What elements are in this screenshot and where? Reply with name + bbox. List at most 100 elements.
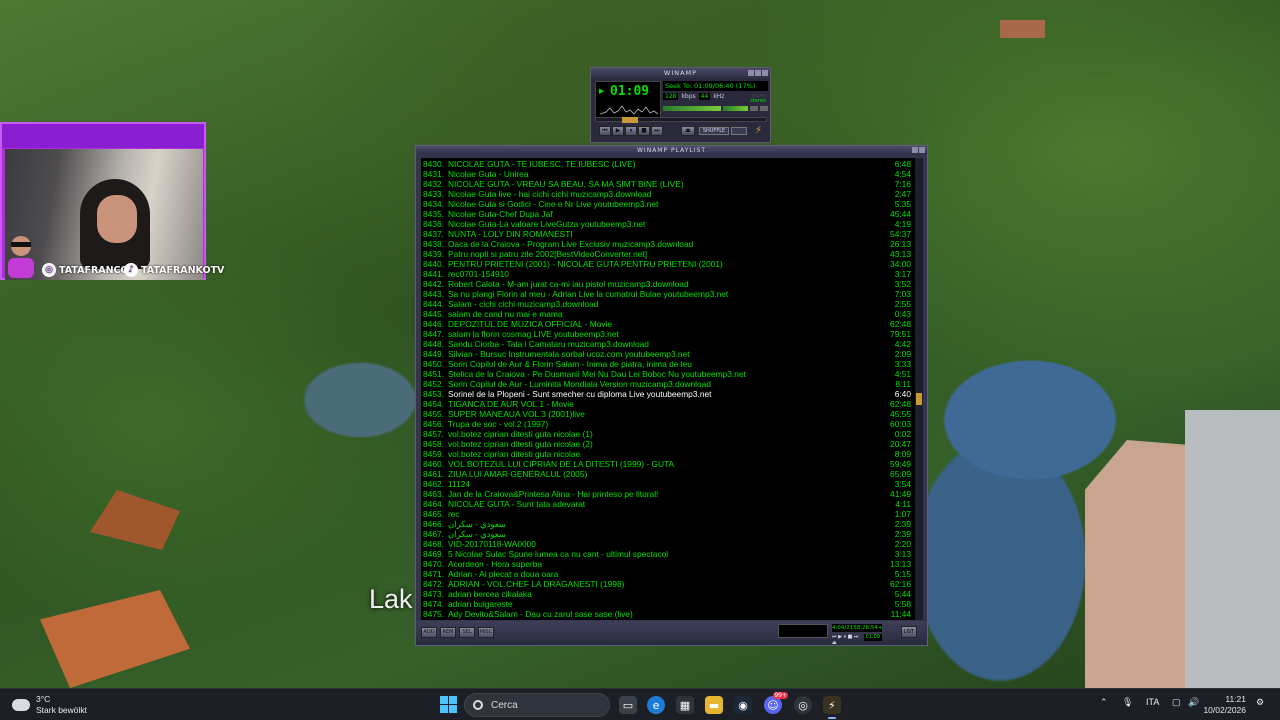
winamp-playlist-window[interactable]: WINAMP PLAYLIST 8430. NICOLAE GUTA - TE I… [415,145,928,646]
list-options-button[interactable]: LIST [901,626,917,638]
volume-icon[interactable]: 🔊 [1188,697,1199,708]
playlist-item[interactable]: 8459. vol.botez ciprian ditesti guta nico… [421,449,915,459]
play-button[interactable]: ▶ [612,126,624,136]
shade-icon[interactable] [755,70,761,76]
playlist-item[interactable]: 8475. Ady Devito&Salam - Dau cu zarul sas… [421,609,915,619]
select-button[interactable]: SEL [459,627,475,638]
seek-knob[interactable] [622,117,638,123]
playlist-item[interactable]: 8441. rec0701-154910 3:17 [421,269,915,279]
playlist-item[interactable]: 8463. Jan de la Craiova&Printesa Alina - … [421,489,915,499]
playlist-item[interactable]: 8471. Adrian - Ai plecat a doua oara 5:15 [421,569,915,579]
playlist-item[interactable]: 8447. salam la florin cosmag LIVE youtube… [421,329,915,339]
edge-browser-icon[interactable]: e [647,696,665,714]
search-box[interactable]: Cerca [464,693,610,717]
pause-button[interactable]: ⏸ [625,126,637,136]
playlist-item[interactable]: 8431. Nicolae Guta - Unirea 4:54 [421,169,915,179]
eject-button[interactable]: ⏏ [681,126,695,136]
misc-button[interactable]: MISC [478,627,494,638]
playlist-item[interactable]: 8433. Nicolae Guta live - hai cichi cichi… [421,189,915,199]
playlist-item[interactable]: 8450. Sorin Copilul de Aur & Florin Salam… [421,359,915,369]
playlist-item[interactable]: 8436. Nicolae Guta-La valoare LiveGutza y… [421,219,915,229]
obs-icon[interactable]: ◎ [794,696,812,714]
playlist-item[interactable]: 8451. Stelica de la Craiova - Pe Dusmanii… [421,369,915,379]
steam-icon[interactable]: ◉ [734,696,752,714]
playlist-item[interactable]: 8458. vol.botez ciprian ditesti guta nico… [421,439,915,449]
playlist-item[interactable]: 8448. Sandu Ciorba - Tata i Camataru muzi… [421,339,915,349]
discord-icon[interactable]: ☺ 99+ [764,692,788,714]
microphone-icon[interactable]: 🎙 [1122,697,1133,708]
winamp-logo-icon[interactable]: ⚡ [755,126,766,137]
pl-toggle[interactable] [760,106,768,111]
winamp-titlebar[interactable]: WINAMP [591,68,770,78]
playlist-item[interactable]: 8457. vol.botez ciprian ditesti guta nico… [421,429,915,439]
playlist-item[interactable]: 8449. Silvian - Bursuc Instrumentala sorb… [421,349,915,359]
chevron-up-icon[interactable]: ⌃ [1100,697,1108,708]
seek-bar[interactable] [595,117,767,123]
playlist-item[interactable]: 8452. Sorin Copilul de Aur - Luminita Mon… [421,379,915,389]
repeat-button[interactable] [731,127,747,135]
previous-button[interactable]: ⏮ [599,126,611,136]
playlist-item[interactable]: 8443. Sa nu plangi Florin al meu - Adrian… [421,289,915,299]
winamp-taskbar-icon[interactable]: ⚡ [823,696,841,719]
file-explorer-icon[interactable]: ▬ [705,696,723,714]
playlist-item[interactable]: 8453. Sorinel de la Plopeni - Sunt smeche… [421,389,915,399]
store-icon[interactable]: ▦ [676,696,694,714]
volume-balance-sliders[interactable] [663,106,768,112]
elapsed-time[interactable]: 01:09 [610,84,649,99]
playlist-item[interactable]: 8469. 5 Nicolae Sulac Spune lumea ca nu c… [421,549,915,559]
notifications-icon[interactable]: ⚙ [1256,697,1264,708]
playlist-item[interactable]: 8446. DEPOZITUL DE MUZICA OFFICIAL - Movi… [421,319,915,329]
playlist-item[interactable]: 8456. Trupa de soc - vol.2 (1997) 60:03 [421,419,915,429]
mini-controls-icon[interactable]: ⏮ ▶ ⏸ ■ ⏭ ⏏ [832,634,864,646]
shade-icon[interactable] [912,147,918,153]
playlist-item[interactable]: 8432. NICOLAE GUTA - VREAU SA BEAU, SA MA… [421,179,915,189]
playlist-item[interactable]: 8442. Robert Calota - M-am jurat ca-mi ia… [421,279,915,289]
playlist-item[interactable]: 8467. سعودي - سكران 2:39 [421,529,915,539]
visualizer[interactable] [600,102,658,118]
minimize-icon[interactable] [748,70,754,76]
remove-button[interactable]: REM [440,627,456,638]
volume-slider[interactable] [663,106,722,111]
playlist-item[interactable]: 8445. salam de cand nu mai e mama 0:43 [421,309,915,319]
playlist-item[interactable]: 8460. VOL.BOTEZUL LUI CIPRIAN DE LA DITES… [421,459,915,469]
playlist-item[interactable]: 8434. Nicolae Guta si Godici - Cine e Nr … [421,199,915,209]
playlist-item[interactable]: 8464. NICOLAE GUTA - Sunt tata adevarat 4:… [421,499,915,509]
playlist-item[interactable]: 8461. ZIUA LUI AMAR GENERALUL (2005) 65:09 [421,469,915,479]
eq-toggle[interactable] [750,106,759,111]
start-button[interactable] [440,696,457,713]
playlist-item[interactable]: 8440. PENTRU PRIETENI (2001) - NICOLAE GU… [421,259,915,269]
playlist-item[interactable]: 8465. rec 1:07 [421,509,915,519]
language-indicator[interactable]: ITA [1146,697,1159,707]
add-button[interactable]: ADD [421,627,437,638]
scrollbar-thumb[interactable] [916,393,922,405]
playlist-item[interactable]: 8472. ADRIAN - VOL.CHEF LA DRAGANESTI (19… [421,579,915,589]
playlist-item[interactable]: 8454. TIGANCA DE AUR VOL 1 - Movie 62:48 [421,399,915,409]
playlist-item[interactable]: 8473. adrian bercea cikalaka 5:44 [421,589,915,599]
close-icon[interactable] [762,70,768,76]
playlist-item[interactable]: 8455. SUPER MANEAUA VOL 3 (2001)live 45:55 [421,409,915,419]
playlist-item[interactable]: 8438. Oaca de la Craiova - Program Live E… [421,239,915,249]
balance-slider[interactable] [723,106,749,111]
playlist-item[interactable]: 8444. Salam - cichi cichi muzicamp3.downl… [421,299,915,309]
playlist-item[interactable]: 8462. 11124 3:54 [421,479,915,489]
network-icon[interactable]: ▢ [1172,697,1181,708]
task-view-icon[interactable]: ▭ [619,696,637,714]
playlist-item[interactable]: 8470. Acordeon - Hora superba 13:13 [421,559,915,569]
playlist-item[interactable]: 8435. Nicolae Guta-Chef Dupa Jaf 45:44 [421,209,915,219]
next-button[interactable]: ⏭ [651,126,663,136]
playlist-item[interactable]: 8466. سعودي - سكران 2:39 [421,519,915,529]
shuffle-button[interactable]: SHUFFLE [699,127,729,135]
winamp-main-window[interactable]: WINAMP ▶ 01:09 Seek To: 01:09/06:40 (17%… [590,67,771,143]
playlist-titlebar[interactable]: WINAMP PLAYLIST [416,146,927,155]
weather-widget[interactable]: 3°C Stark bewölkt [12,694,87,716]
playlist-item[interactable]: 8468. VID-20170118-WA0000 2:20 [421,539,915,549]
stop-button[interactable]: ■ [638,126,650,136]
close-icon[interactable] [919,147,925,153]
system-clock[interactable]: 11:21 10/02/2026 [1203,694,1246,716]
playlist-scrollbar[interactable] [915,158,923,620]
playlist-item[interactable]: 8439. Patru nopti si patru zile 2002[Best… [421,249,915,259]
playlist-item[interactable]: 8474. adrian bulgareste 5:58 [421,599,915,609]
playlist-item[interactable]: 8430. NICOLAE GUTA - TE IUBESC, TE IUBESC… [421,159,915,169]
playlist-item[interactable]: 8437. NUNTA - LOLY DIN ROMANESTI 54:37 [421,229,915,239]
playlist-list[interactable]: 8430. NICOLAE GUTA - TE IUBESC, TE IUBESC… [421,158,915,620]
